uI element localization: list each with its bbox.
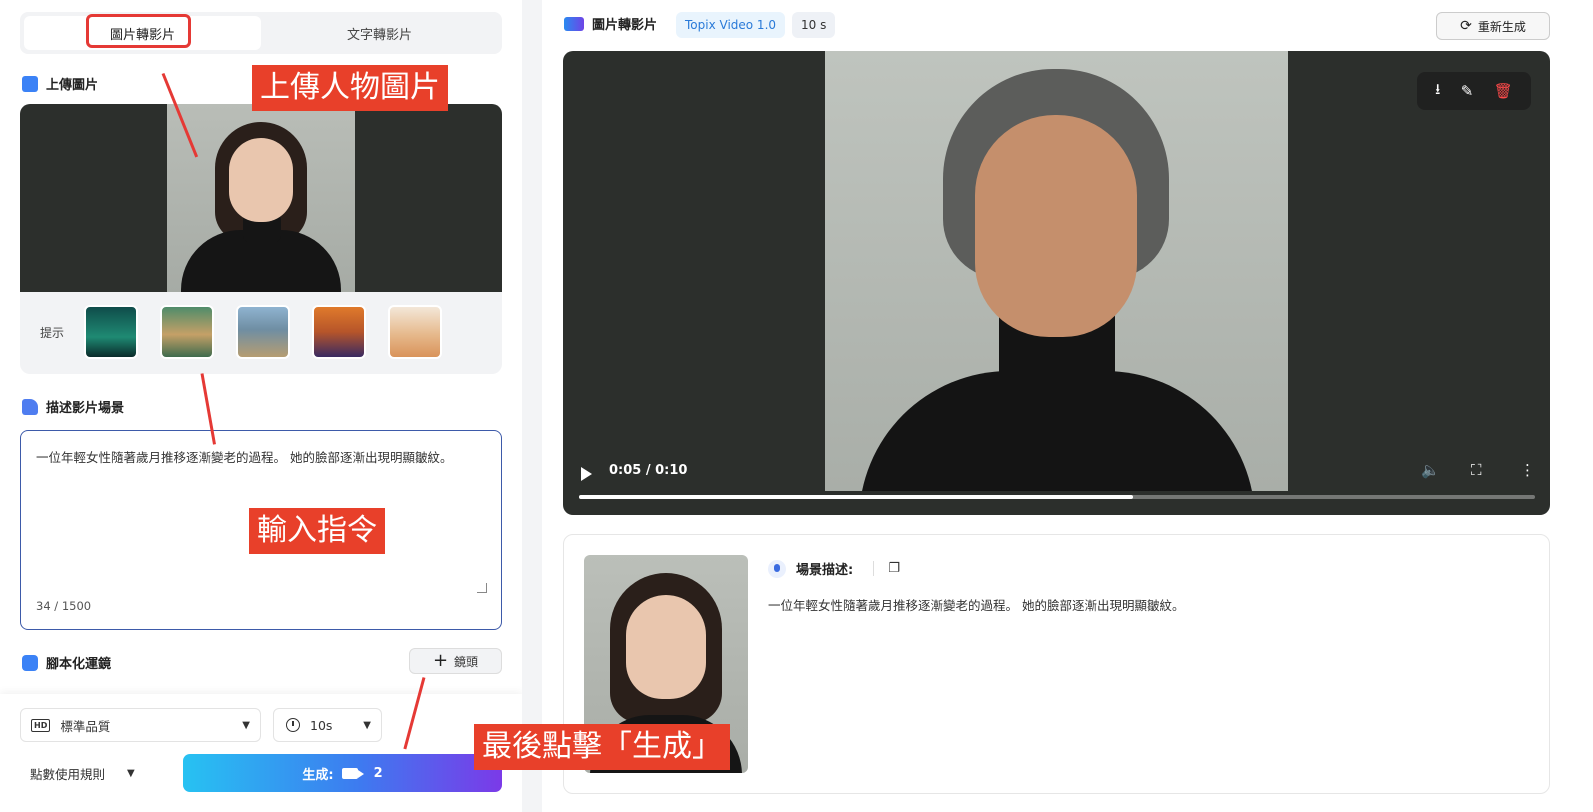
describe-section-title: 描述影片場景	[22, 397, 124, 416]
right-panel: 圖片轉影片 Topix Video 1.0 10 s ⟳ 重新生成 ⭳ ✎ 🗑 …	[542, 0, 1593, 812]
hint-label: 提示	[40, 325, 65, 340]
resize-handle-icon[interactable]	[477, 583, 487, 593]
panel-divider	[522, 0, 542, 812]
refresh-icon: ⟳	[1460, 18, 1472, 34]
char-count: 34 / 1500	[36, 599, 92, 613]
hint-thumb-aurora[interactable]	[84, 305, 138, 359]
duration-value: 10s	[310, 717, 333, 733]
regenerate-button[interactable]: ⟳ 重新生成	[1436, 12, 1550, 40]
hint-thumb-cyclist[interactable]	[236, 305, 290, 359]
description-text: 一位年輕女性隨著歲月推移逐漸變老的過程。 她的臉部逐漸出現明顯皺紋。	[36, 450, 453, 465]
credit-rules-dropdown[interactable]: 點數使用規則 ▼	[30, 764, 135, 783]
annotation-prompt: 輸入指令	[249, 508, 385, 554]
volume-icon[interactable]: 🔈	[1421, 461, 1440, 479]
fullscreen-icon[interactable]: ⛶	[1471, 461, 1482, 479]
chevron-down-icon: ▼	[127, 768, 135, 779]
play-icon[interactable]	[581, 467, 592, 481]
regenerate-label: 重新生成	[1477, 19, 1526, 34]
generate-label: 生成:	[302, 767, 334, 783]
camera-icon	[22, 654, 38, 671]
video-icon	[564, 16, 584, 31]
scene-header: 場景描述: ❐	[768, 559, 900, 578]
hint-thumb-teddy[interactable]	[160, 305, 214, 359]
chevron-down-icon: ▼	[242, 719, 250, 731]
video-toolbar: ⭳ ✎ 🗑	[1417, 72, 1531, 110]
duration-select[interactable]: 10s ▼	[273, 708, 382, 742]
quality-value: 標準品質	[60, 718, 111, 734]
generate-button[interactable]: 生成: 2	[183, 754, 502, 792]
copy-icon[interactable]: ❐	[873, 561, 900, 576]
result-title-text: 圖片轉影片	[592, 18, 658, 33]
delete-icon[interactable]: 🗑	[1494, 82, 1513, 100]
edit-icon	[22, 398, 38, 415]
upload-section-title: 上傳圖片	[22, 74, 98, 93]
tab-text-to-video[interactable]: 文字轉影片	[261, 16, 498, 50]
video-frame-older-woman	[825, 51, 1288, 491]
credit-rules-label: 點數使用規則	[30, 767, 106, 782]
video-player[interactable]: ⭳ ✎ 🗑 0:05 / 0:10 🔈 ⛶ ⋮	[563, 51, 1550, 515]
hint-thumb-cat[interactable]	[388, 305, 442, 359]
video-progress-bar[interactable]	[579, 495, 1535, 499]
model-badge: Topix Video 1.0	[676, 12, 786, 38]
download-icon[interactable]: ⭳	[1435, 79, 1440, 104]
edit-icon[interactable]: ✎	[1461, 82, 1474, 100]
add-shot-label: 鏡頭	[454, 654, 479, 669]
mode-tabs: 圖片轉影片 文字轉影片	[20, 12, 502, 54]
video-controls: 0:05 / 0:10 🔈 ⛶ ⋮	[563, 455, 1550, 515]
clock-icon	[286, 718, 300, 732]
tab-image-to-video[interactable]: 圖片轉影片	[24, 16, 261, 50]
hd-icon: HD	[31, 718, 51, 732]
uploaded-image	[20, 104, 502, 292]
describe-title: 描述影片場景	[46, 401, 125, 416]
generate-cost: 2	[373, 765, 383, 781]
camera-section-title: 腳本化運鏡	[22, 653, 111, 672]
camera-title: 腳本化運鏡	[46, 657, 112, 672]
video-progress-fill	[579, 495, 1134, 499]
video-time: 0:05 / 0:10	[609, 463, 688, 478]
upload-title: 上傳圖片	[46, 78, 99, 93]
portrait-young-woman	[167, 104, 355, 292]
more-options-icon[interactable]: ⋮	[1520, 461, 1535, 479]
image-icon	[22, 75, 38, 92]
left-panel: 圖片轉影片 文字轉影片 上傳圖片 提示 描述影片場景 一位年輕女性隨著歲月推移逐…	[0, 0, 522, 812]
hint-row: 提示	[20, 302, 502, 362]
quality-select[interactable]: HD 標準品質 ▼	[20, 708, 261, 742]
annotation-generate: 最後點擊「生成」	[474, 724, 730, 770]
result-title: 圖片轉影片	[564, 14, 657, 33]
video-camera-icon	[341, 767, 364, 779]
plus-icon: +	[432, 650, 449, 671]
hint-thumb-perfume[interactable]	[312, 305, 366, 359]
upload-area[interactable]: 提示	[20, 104, 502, 374]
scene-title: 場景描述:	[796, 563, 854, 578]
duration-badge: 10 s	[792, 12, 836, 38]
chevron-down-icon: ▼	[363, 719, 371, 731]
add-shot-button[interactable]: + 鏡頭	[409, 648, 502, 674]
annotation-upload: 上傳人物圖片	[252, 65, 448, 111]
scene-description: 一位年輕女性隨著歲月推移逐漸變老的過程。 她的臉部逐漸出現明顯皺紋。	[768, 598, 1185, 613]
location-pin-icon	[768, 559, 786, 578]
